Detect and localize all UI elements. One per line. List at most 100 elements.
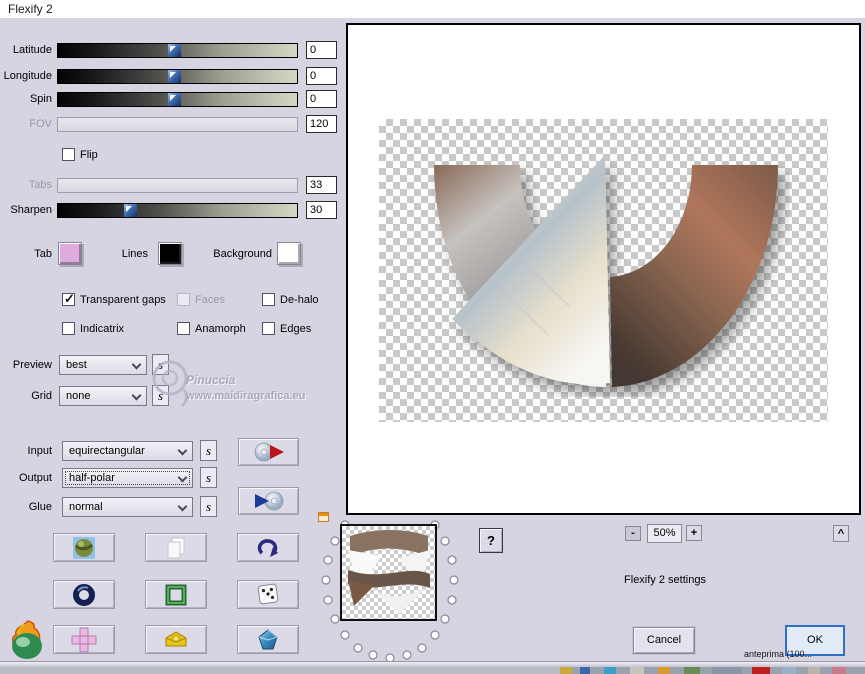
flip-checkbox[interactable] bbox=[62, 148, 75, 161]
background-window-title: anteprima (100... bbox=[744, 649, 813, 659]
tabs-label: Tabs bbox=[28, 179, 52, 191]
spin-value-input[interactable]: 0 bbox=[306, 90, 337, 108]
faces-checkbox bbox=[177, 293, 190, 306]
glue-s-button[interactable]: s bbox=[200, 496, 217, 517]
thumbnail-image bbox=[348, 530, 430, 614]
chevron-down-icon bbox=[177, 501, 188, 512]
copy-button[interactable] bbox=[145, 533, 207, 562]
glue-select[interactable]: normal bbox=[62, 497, 193, 517]
spin-slider-thumb[interactable] bbox=[168, 93, 181, 106]
grid-label: Grid bbox=[31, 390, 52, 402]
input-s-button[interactable]: s bbox=[200, 440, 217, 461]
latitude-slider-thumb[interactable] bbox=[168, 44, 181, 57]
latitude-label: Latitude bbox=[12, 44, 52, 56]
fov-label: FOV bbox=[29, 118, 52, 130]
transparent-gaps-checkbox[interactable]: ✓ bbox=[62, 291, 75, 306]
edges-label: Edges bbox=[280, 323, 312, 335]
output-value: half-polar bbox=[69, 472, 115, 484]
zoom-in-button[interactable]: + bbox=[686, 525, 702, 541]
cancel-button[interactable]: Cancel bbox=[633, 627, 695, 654]
planet-icon bbox=[73, 536, 95, 559]
dice-icon bbox=[257, 583, 279, 605]
background-color-label: Background bbox=[213, 248, 272, 260]
sharpen-value-input[interactable]: 30 bbox=[306, 201, 337, 219]
preview-canvas[interactable] bbox=[346, 23, 861, 515]
square-frame-icon bbox=[165, 584, 187, 605]
spin-label: Spin bbox=[29, 93, 52, 105]
anamorph-checkbox[interactable] bbox=[177, 322, 190, 335]
undo-button[interactable] bbox=[237, 533, 299, 562]
longitude-slider[interactable] bbox=[57, 69, 298, 84]
output-s-button[interactable]: s bbox=[200, 467, 217, 488]
watermark-name: Pinuccia bbox=[186, 373, 236, 387]
unfold-cube-button[interactable] bbox=[53, 625, 115, 654]
chevron-down-icon bbox=[177, 445, 188, 456]
background-color-swatch[interactable] bbox=[277, 242, 301, 265]
glue-value: normal bbox=[69, 501, 103, 513]
spin-slider[interactable] bbox=[57, 92, 298, 107]
sharpen-slider[interactable] bbox=[57, 203, 298, 218]
blue-gem-icon bbox=[258, 628, 279, 649]
unfolded-cube-icon bbox=[71, 627, 97, 652]
lines-color-swatch[interactable] bbox=[158, 242, 182, 265]
transparent-gaps-label: Transparent gaps bbox=[80, 294, 166, 306]
torus-button[interactable] bbox=[53, 580, 115, 609]
dice-button[interactable] bbox=[237, 580, 299, 609]
longitude-value-input[interactable]: 0 bbox=[306, 67, 337, 85]
latitude-slider[interactable] bbox=[57, 43, 298, 58]
flip-label: Flip bbox=[80, 149, 98, 161]
result-thumbnail[interactable] bbox=[340, 524, 437, 621]
output-select[interactable]: half-polar bbox=[62, 468, 193, 488]
preview-mode-label: Preview bbox=[12, 359, 52, 371]
preview-mode-select[interactable]: best bbox=[59, 355, 147, 375]
latitude-value-input[interactable]: 0 bbox=[306, 41, 337, 59]
zoom-level: 50% bbox=[647, 524, 682, 543]
settings-caption: Flexify 2 settings bbox=[624, 574, 706, 586]
flaming-pear-logo bbox=[11, 620, 42, 659]
longitude-slider-thumb[interactable] bbox=[168, 70, 181, 83]
fov-value-input[interactable]: 120 bbox=[306, 115, 337, 133]
help-label: ? bbox=[487, 533, 495, 548]
preview-mode-value: best bbox=[66, 359, 87, 371]
window-title: Flexify 2 bbox=[8, 2, 53, 16]
planet-button[interactable] bbox=[53, 533, 115, 562]
yellow-box-icon bbox=[165, 630, 187, 646]
render-in-button[interactable] bbox=[238, 438, 299, 466]
lines-color-label: Lines bbox=[121, 248, 148, 260]
gem-button[interactable] bbox=[237, 625, 299, 654]
dehalo-label: De-halo bbox=[280, 294, 319, 306]
input-select[interactable]: equirectangular bbox=[62, 441, 193, 461]
indicatrix-label: Indicatrix bbox=[80, 323, 125, 335]
edges-checkbox[interactable] bbox=[262, 322, 275, 335]
faces-label: Faces bbox=[195, 294, 225, 306]
input-label: Input bbox=[27, 445, 52, 457]
input-value: equirectangular bbox=[69, 445, 145, 457]
tabs-slider bbox=[57, 178, 298, 193]
tabs-value-input[interactable]: 33 bbox=[306, 176, 337, 194]
taskbar-sliver bbox=[0, 667, 865, 674]
frame-button[interactable] bbox=[145, 580, 207, 609]
torus-icon bbox=[73, 583, 95, 606]
tab-color-swatch[interactable] bbox=[58, 242, 82, 265]
indicatrix-checkbox[interactable] bbox=[62, 322, 75, 335]
longitude-label: Longitude bbox=[3, 70, 52, 82]
grid-select[interactable]: none bbox=[59, 386, 147, 406]
watermark-url: www.maidiragrafica.eu bbox=[186, 390, 306, 402]
flexify2-window: Flexify 2 Latitude 0 Longitude 0 Spin 0 … bbox=[0, 0, 865, 674]
preview-image bbox=[434, 155, 778, 387]
render-out-button[interactable] bbox=[238, 487, 299, 515]
anamorph-label: Anamorph bbox=[195, 323, 246, 335]
dehalo-checkbox[interactable] bbox=[262, 293, 275, 306]
collapse-button[interactable]: ^ bbox=[833, 525, 849, 542]
fov-slider bbox=[57, 117, 298, 132]
glue-label: Glue bbox=[28, 501, 52, 513]
cd-play-red-icon bbox=[254, 442, 284, 462]
title-bar: Flexify 2 bbox=[0, 0, 865, 18]
undo-arrow-icon bbox=[257, 538, 278, 557]
zoom-out-button[interactable]: - bbox=[625, 526, 641, 541]
box-button[interactable] bbox=[145, 625, 207, 654]
sharpen-slider-thumb[interactable] bbox=[124, 204, 137, 217]
mini-window-icon bbox=[318, 512, 329, 522]
copy-pages-icon bbox=[167, 537, 185, 558]
help-button[interactable]: ? bbox=[479, 528, 503, 553]
